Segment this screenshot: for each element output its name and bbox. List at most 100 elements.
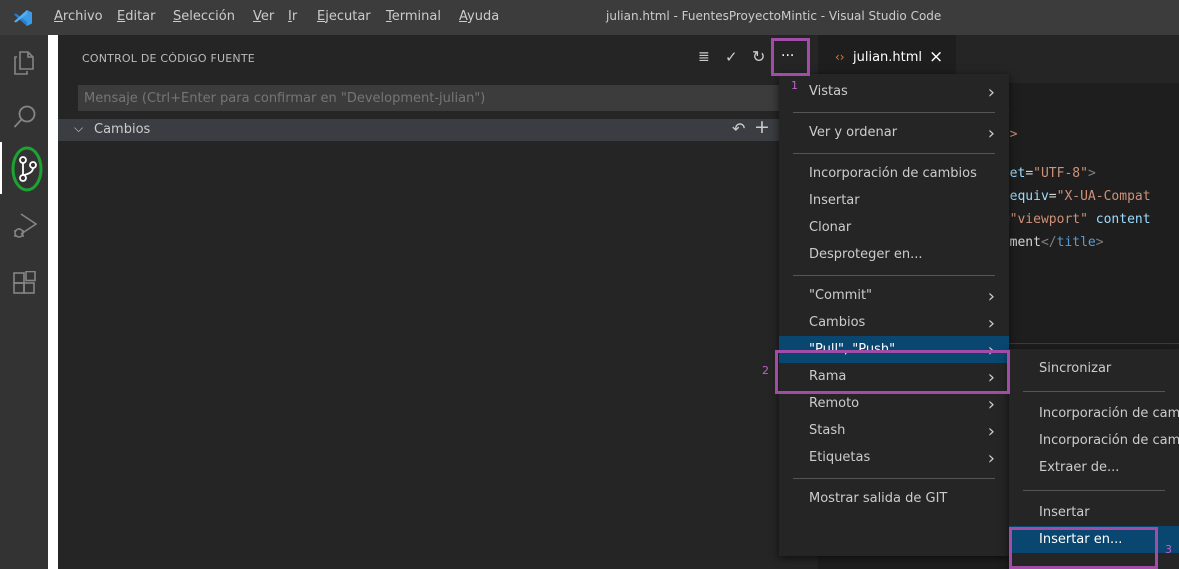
menu-label-rest: erminal [391, 9, 441, 24]
more-actions-menu: Vistas › Ver y ordenar › Incorporación de ca… [779, 74, 1009, 556]
chevron-right-icon: › [987, 312, 995, 334]
menu-seleccion[interactable]: Selección [173, 9, 235, 24]
menu-mnemonic: E [317, 9, 326, 24]
menu-editar[interactable]: Editar [117, 9, 156, 24]
menu-item-label: Ver y ordenar [809, 124, 898, 140]
highlight-insertar-en [1009, 527, 1158, 569]
menu-item-insertar[interactable]: Insertar [779, 187, 1009, 214]
activity-bar-gap [48, 35, 58, 569]
search-icon[interactable] [13, 105, 37, 131]
editor-divider [1008, 343, 1179, 344]
changes-section-header[interactable]: ⌵ Cambios ↶ + [58, 116, 818, 141]
menu-item-label: Incorporación de cambios [809, 165, 977, 181]
code-line: e="viewport" content [994, 212, 1151, 227]
menu-item-clonar[interactable]: Clonar [779, 214, 1009, 241]
menu-item-label: Remoto [809, 395, 860, 411]
step-1-label: 1 [791, 79, 798, 92]
menu-item-stash[interactable]: Stash › [779, 417, 1009, 444]
menu-item-commit[interactable]: "Commit" › [779, 282, 1009, 309]
code-token: "UTF-8" [1033, 166, 1088, 181]
menu-item-label: Stash [809, 422, 846, 438]
menu-ir[interactable]: Ir [288, 9, 297, 24]
code-token: > [1095, 235, 1104, 250]
highlight-more-actions [771, 38, 810, 76]
code-token: title [1056, 235, 1096, 250]
menu-label-rest: yuda [467, 9, 500, 24]
menu-separator [793, 478, 995, 479]
source-control-icon[interactable] [10, 145, 44, 193]
code-token: = [1025, 166, 1034, 181]
menu-ejecutar[interactable]: Ejecutar [317, 9, 371, 24]
menu-terminal[interactable]: Terminal [386, 9, 441, 24]
code-token: "viewport" [1009, 212, 1088, 227]
panel-title: CONTROL DE CÓDIGO FUENTE [82, 52, 255, 65]
menu-item-vistas[interactable]: Vistas › [779, 78, 1009, 105]
menu-label-rest: rchivo [62, 9, 103, 24]
source-control-panel: CONTROL DE CÓDIGO FUENTE ⌵ Cambios ↶ + ≣… [58, 35, 818, 569]
commit-check-icon[interactable]: ✓ [725, 48, 738, 66]
menu-label-rest: ditar [125, 9, 156, 24]
menu-item-label: Clonar [809, 219, 852, 235]
close-icon[interactable]: × [929, 47, 943, 67]
run-debug-icon[interactable] [12, 211, 38, 241]
code-token: = [1048, 189, 1057, 204]
menu-item-label: Incorporación de cam [1039, 432, 1179, 448]
menu-item-insertar[interactable]: Insertar [1009, 499, 1179, 526]
menu-item-mostrar-salida-de-git[interactable]: Mostrar salida de GIT [779, 485, 1009, 512]
menu-item-label: Extraer de... [1039, 459, 1120, 475]
menu-item-cambios[interactable]: Cambios › [779, 309, 1009, 336]
window-title: julian.html - FuentesProyectoMintic - Vi… [606, 9, 942, 23]
chevron-down-icon: ⌵ [74, 121, 84, 135]
active-indicator [0, 142, 2, 194]
code-token: "X-UA-Compat [1056, 189, 1151, 204]
step-3-label: 3 [1165, 543, 1172, 556]
code-token: content [1087, 212, 1151, 227]
chevron-right-icon: › [987, 122, 995, 144]
tree-view-icon[interactable]: ≣ [698, 49, 710, 65]
menu-item-label: Incorporación de cam [1039, 405, 1179, 421]
code-line: rset="UTF-8"> [994, 166, 1096, 181]
menu-item-label: "Commit" [809, 287, 873, 303]
changes-label: Cambios [94, 122, 151, 137]
menu-separator [793, 153, 995, 154]
menu-mnemonic: V [253, 9, 261, 24]
menu-item-incorporación-de-cam[interactable]: Incorporación de cam [1009, 427, 1179, 454]
menu-item-ver-y-ordenar[interactable]: Ver y ordenar › [779, 119, 1009, 146]
discard-changes-icon[interactable]: ↶ [732, 119, 745, 138]
step-2-label: 2 [762, 364, 769, 377]
chevron-right-icon: › [987, 447, 995, 469]
menu-mnemonic: E [117, 9, 126, 24]
menu-ayuda[interactable]: Ayuda [459, 9, 499, 24]
title-bar: Archivo Editar Selección Ver Ir Ejecutar Termi… [0, 0, 1179, 35]
extensions-icon[interactable] [13, 271, 37, 295]
menu-item-desproteger-en[interactable]: Desproteger en... [779, 241, 1009, 268]
stage-all-icon[interactable]: + [754, 116, 770, 138]
html-file-icon: ‹› [835, 50, 845, 64]
menu-item-etiquetas[interactable]: Etiquetas › [779, 444, 1009, 471]
code-line: p-equiv="X-UA-Compat [994, 189, 1151, 204]
menu-item-label: Mostrar salida de GIT [809, 490, 948, 506]
menu-item-remoto[interactable]: Remoto › [779, 390, 1009, 417]
menu-item-sincronizar[interactable]: Sincronizar [1009, 355, 1179, 382]
menu-item-extraer-de[interactable]: Extraer de... [1009, 454, 1179, 481]
menu-item-label: Cambios [809, 314, 866, 330]
highlight-pull-push [775, 350, 1010, 394]
menu-ver[interactable]: Ver [253, 9, 274, 24]
menu-archivo[interactable]: Archivo [54, 9, 103, 24]
code-line: cument</title> [994, 235, 1104, 250]
commit-message-input[interactable] [78, 85, 816, 111]
explorer-icon[interactable] [13, 51, 35, 75]
menu-item-incorporación-de-cam[interactable]: Incorporación de cam [1009, 400, 1179, 427]
menu-item-label: Insertar [809, 192, 860, 208]
menu-label-rest: er [260, 9, 275, 24]
refresh-icon[interactable]: ↻ [752, 47, 765, 66]
menu-mnemonic: A [54, 9, 63, 24]
menu-label-rest: elección [181, 9, 235, 24]
activity-bar [0, 35, 48, 569]
menu-label-rest: jecutar [325, 9, 371, 24]
menu-separator [793, 112, 995, 113]
menu-item-incorporación-de-cambios[interactable]: Incorporación de cambios [779, 160, 1009, 187]
menu-item-label: Vistas [809, 83, 848, 99]
code-token: > [1087, 166, 1096, 181]
menu-item-label: Sincronizar [1039, 360, 1112, 376]
